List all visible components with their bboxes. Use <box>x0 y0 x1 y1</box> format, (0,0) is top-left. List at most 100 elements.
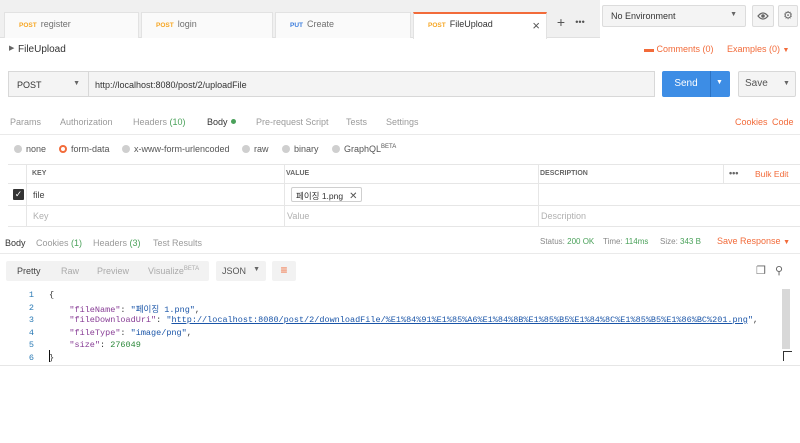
caret-right-icon[interactable]: ▶ <box>9 44 14 52</box>
tab-response-body[interactable]: Body <box>5 238 26 248</box>
environment-value: No Environment <box>611 11 676 21</box>
tab-register[interactable]: POST register <box>4 12 139 38</box>
json-key: "fileName" <box>69 304 121 315</box>
value-placeholder[interactable]: Value <box>287 211 309 221</box>
description-placeholder[interactable]: Description <box>541 211 586 221</box>
tab-method: POST <box>156 22 174 29</box>
environment-select[interactable]: No Environment ▼ <box>602 5 746 27</box>
code-line: "fileDownloadUri": "http://localhost:808… <box>69 315 759 325</box>
active-dot <box>230 119 236 124</box>
wrap-lines-icon[interactable]: ≡ <box>272 261 296 281</box>
beta-badge: BETA <box>183 266 200 272</box>
close-tab-icon[interactable]: × <box>532 18 540 33</box>
copy-icon[interactable]: ❐ <box>756 264 766 277</box>
scroll-corner <box>783 351 792 361</box>
save-response-button[interactable]: Save Response ▼ <box>717 236 790 246</box>
tab-headers[interactable]: Headers (10) <box>133 117 186 127</box>
json-link-value[interactable]: http://localhost:8080/post/2/downloadFil… <box>171 315 747 325</box>
save-button[interactable]: Save ▼ <box>738 71 796 97</box>
code-line: "fileType": "image/png", <box>69 327 192 338</box>
line-number: 1 <box>28 290 34 300</box>
radio-label: GraphQL <box>344 144 382 154</box>
send-button[interactable]: Send ▼ <box>662 71 730 97</box>
radio-circle-selected <box>59 145 67 153</box>
view-preview[interactable]: Preview <box>97 266 129 276</box>
param-key[interactable]: file <box>33 190 45 200</box>
tab-login[interactable]: POST login <box>141 12 273 38</box>
tab-response-headers[interactable]: Headers (3) <box>93 238 141 248</box>
table-more-icon[interactable]: ••• <box>729 168 738 178</box>
radio-binary[interactable]: binary <box>282 144 319 154</box>
response-body-viewer[interactable]: 1 2 3 4 5 6 { "fileName": "페이징 1.png", "… <box>0 286 800 366</box>
tab-create[interactable]: PUT Create <box>275 12 411 38</box>
eye-icon[interactable] <box>752 5 774 27</box>
json-value: 276049 <box>110 340 141 350</box>
radio-graphql[interactable]: GraphQLBETA <box>332 144 396 154</box>
file-name: 페이징 1.png <box>296 191 344 201</box>
comments-link[interactable]: ▬ Comments (0) <box>644 44 714 55</box>
cookies-link[interactable]: Cookies <box>735 117 768 127</box>
row-checkbox[interactable]: ✓ <box>13 189 24 200</box>
key-placeholder[interactable]: Key <box>33 211 49 221</box>
view-mode-segment: Pretty Raw Preview VisualizeBETA <box>6 261 209 281</box>
bulk-edit-link[interactable]: Bulk Edit <box>755 169 789 179</box>
divider <box>710 71 711 97</box>
time-label: Time: <box>603 237 623 246</box>
json-key: "fileType" <box>69 327 121 338</box>
chevron-down-icon: ▼ <box>782 47 790 54</box>
tab-method: POST <box>428 22 446 29</box>
chevron-down-icon: ▼ <box>73 80 80 87</box>
column-header-key: KEY <box>32 170 47 177</box>
radio-none[interactable]: none <box>14 144 46 154</box>
remove-file-icon[interactable]: ✕ <box>349 191 357 202</box>
tab-response-cookies[interactable]: Cookies (1) <box>36 238 82 248</box>
search-icon[interactable]: ⚲ <box>775 264 783 277</box>
file-chip[interactable]: 페이징 1.png ✕ <box>291 187 363 202</box>
chevron-down-icon[interactable]: ▼ <box>716 79 723 86</box>
radio-raw[interactable]: raw <box>242 144 269 154</box>
tab-test-results[interactable]: Test Results <box>153 238 202 248</box>
view-raw[interactable]: Raw <box>61 266 79 276</box>
radio-circle <box>332 145 340 153</box>
method-select[interactable]: POST ▼ <box>8 71 88 97</box>
json-key: "fileDownloadUri" <box>69 315 157 325</box>
vertical-scrollbar[interactable] <box>782 289 790 349</box>
response-toolbar: Pretty Raw Preview VisualizeBETA JSON ▼ … <box>0 258 800 284</box>
url-input[interactable]: http://localhost:8080/post/2/uploadFile <box>88 71 655 97</box>
tab-settings[interactable]: Settings <box>386 117 419 127</box>
gear-icon[interactable]: ⚙ <box>778 5 798 27</box>
tab-tests[interactable]: Tests <box>346 117 367 127</box>
tab-label: Cookies <box>36 238 69 248</box>
radio-circle <box>14 145 22 153</box>
status-value: 200 OK <box>567 237 595 246</box>
view-pretty[interactable]: Pretty <box>17 266 41 276</box>
tab-fileupload[interactable]: POST FileUpload × <box>413 12 547 39</box>
tab-body[interactable]: Body <box>207 117 236 127</box>
radio-label: none <box>26 144 47 154</box>
column-header-value: VALUE <box>286 170 310 177</box>
code-link[interactable]: Code <box>772 117 794 127</box>
radio-label: raw <box>254 144 269 154</box>
tab-pre-request-script[interactable]: Pre-request Script <box>256 117 329 127</box>
body-type-radios: none form-data x-www-form-urlencoded raw… <box>0 140 800 160</box>
table-row <box>8 183 800 205</box>
tab-params[interactable]: Params <box>10 117 41 127</box>
request-title[interactable]: FileUpload <box>18 44 66 55</box>
radio-urlencoded[interactable]: x-www-form-urlencoded <box>122 144 230 154</box>
radio-label: x-www-form-urlencoded <box>134 144 230 154</box>
request-title-row: ▶ FileUpload ▬ Comments (0) Examples (0)… <box>0 38 800 62</box>
size-label: Size: <box>660 237 678 246</box>
chevron-down-icon[interactable]: ▼ <box>783 80 790 87</box>
send-label: Send <box>674 78 698 89</box>
examples-link[interactable]: Examples (0) ▼ <box>727 44 789 54</box>
add-tab-button[interactable]: + <box>552 13 570 33</box>
tab-headers-label: Headers <box>133 117 168 127</box>
radio-form-data[interactable]: form-data <box>59 144 110 154</box>
tab-label: register <box>40 19 71 29</box>
tab-more-icon[interactable]: ••• <box>571 13 589 33</box>
comment-icon: ▬ <box>644 44 654 55</box>
tab-authorization[interactable]: Authorization <box>60 117 113 127</box>
format-select[interactable]: JSON ▼ <box>216 261 266 281</box>
view-visualize[interactable]: VisualizeBETA <box>148 266 199 276</box>
tab-label: login <box>177 19 197 29</box>
